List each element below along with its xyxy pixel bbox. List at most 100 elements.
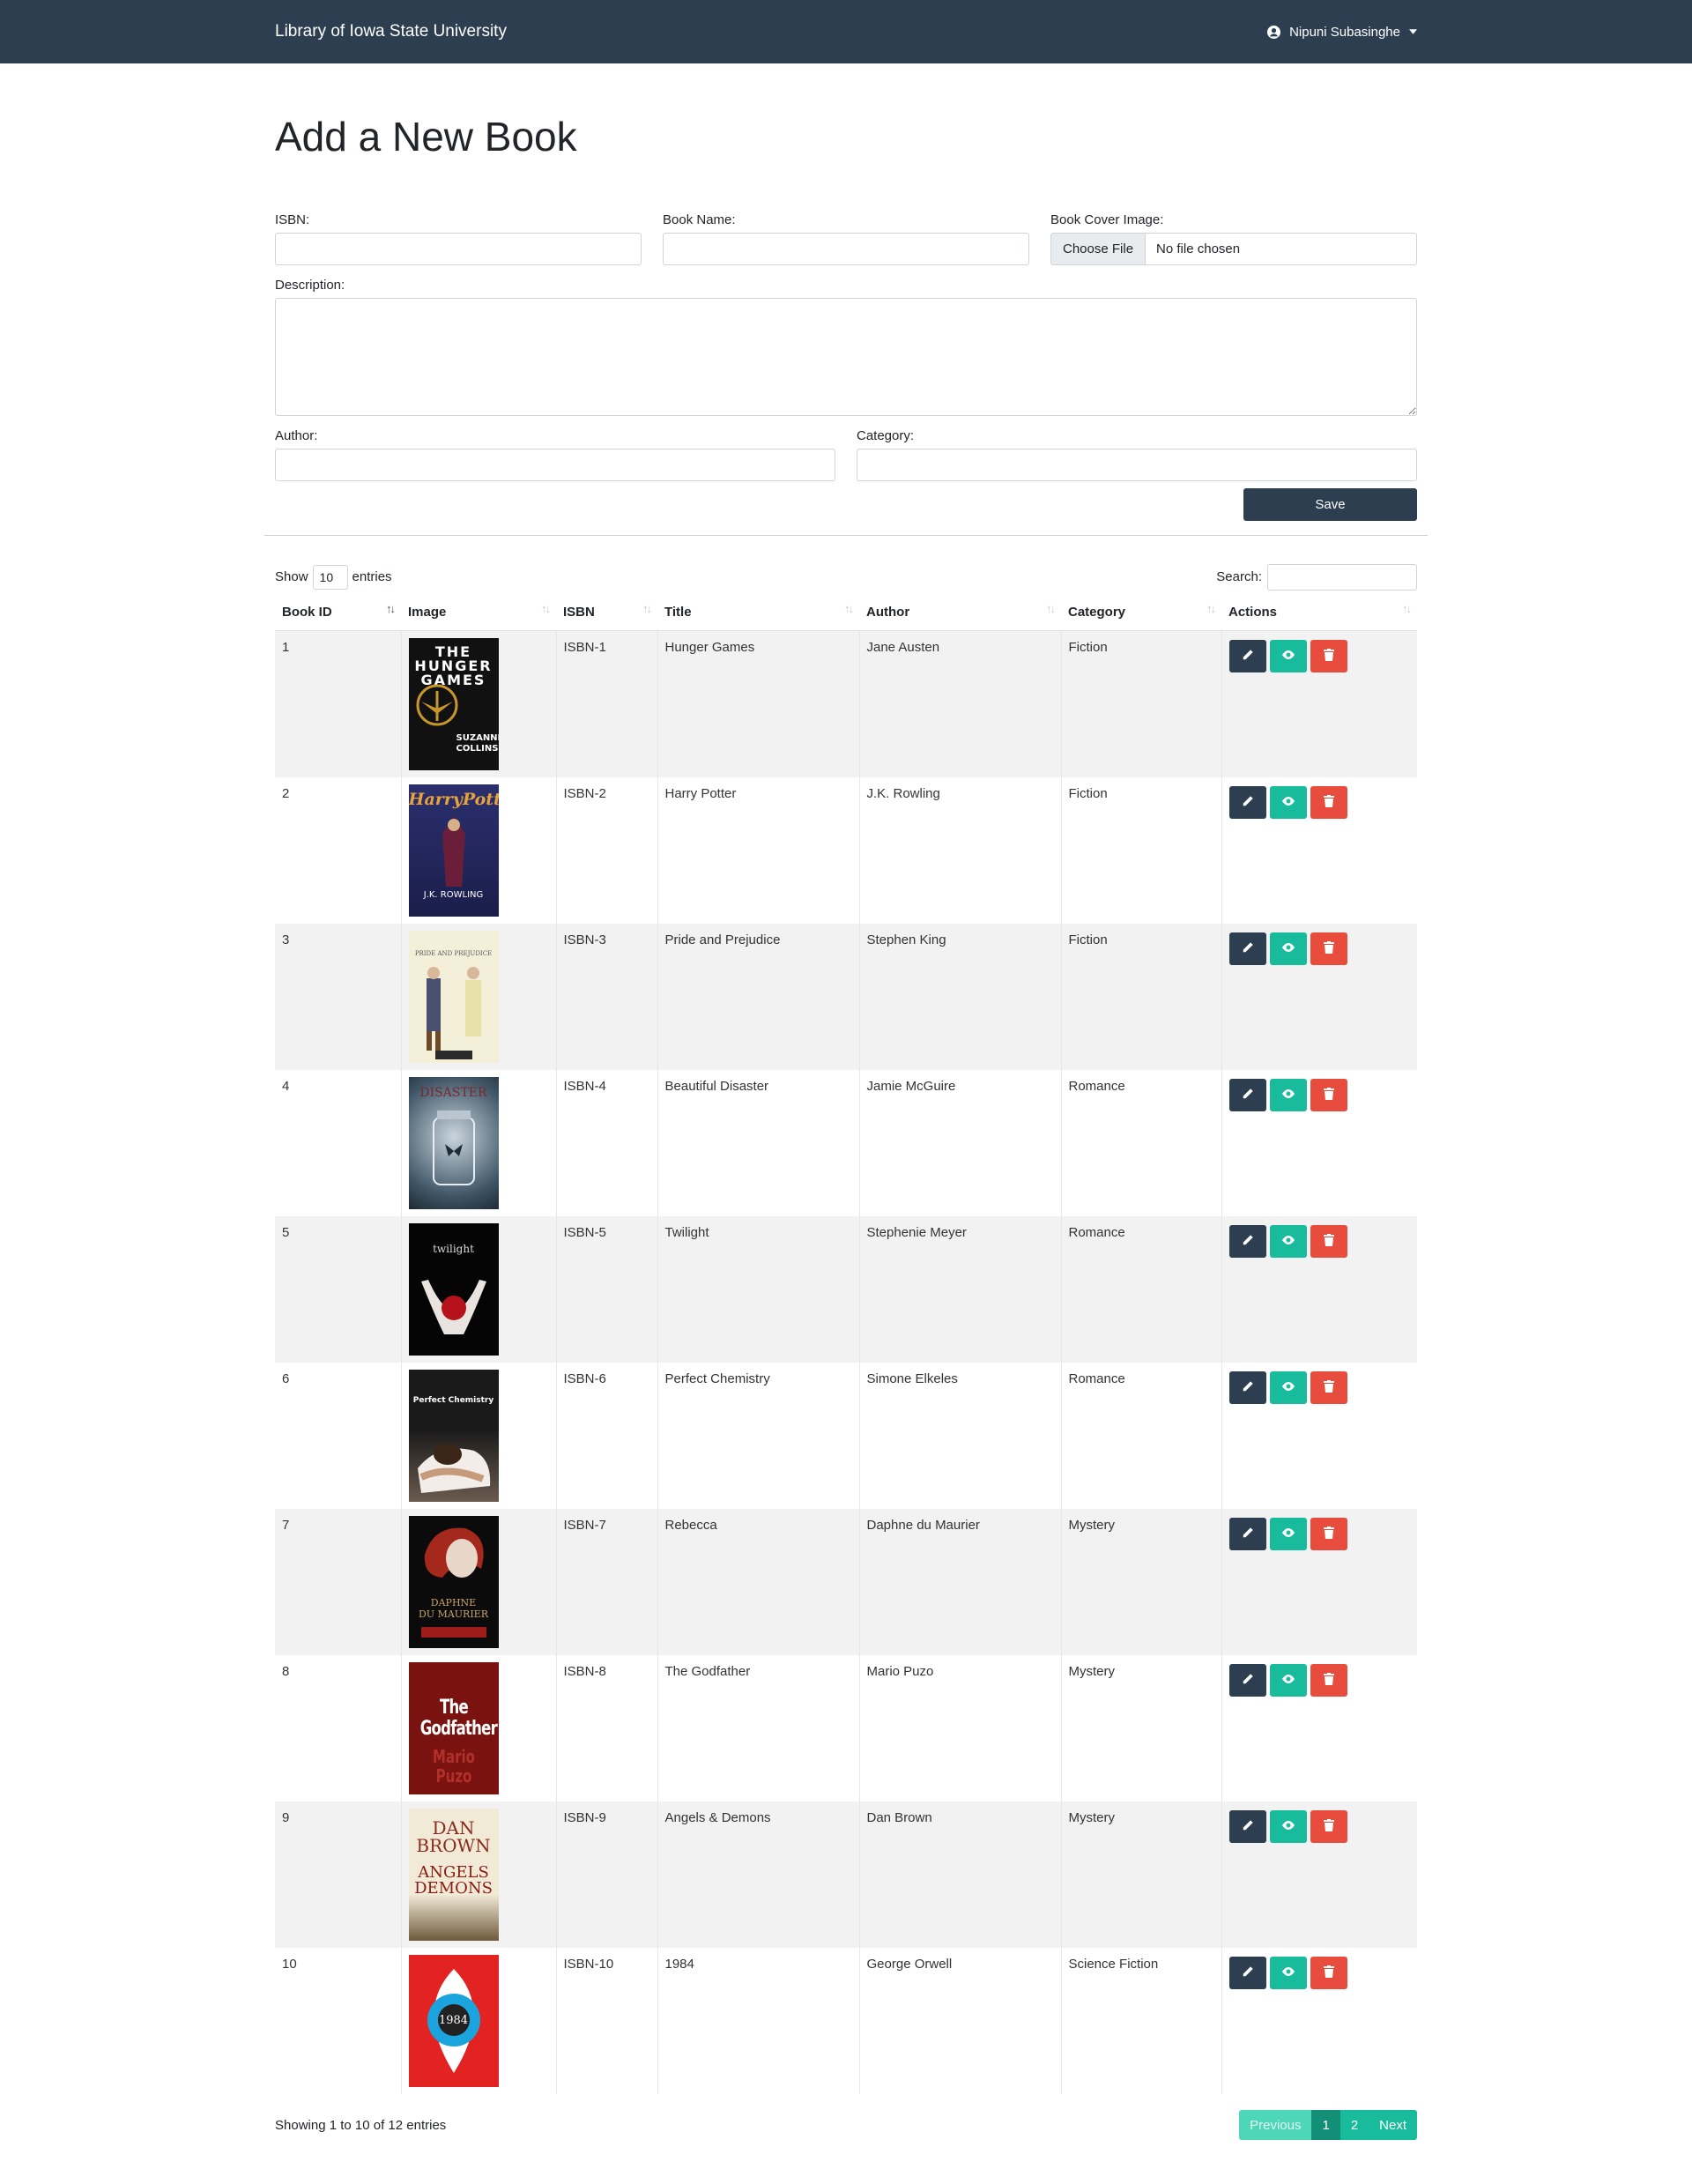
view-button[interactable] <box>1269 1664 1307 1697</box>
table-header-row: Book ID ↑↓ Image ↑↓ ISBN ↑↓ Title ↑↓ Author ↑… <box>275 593 1417 632</box>
cover-image-file-input[interactable]: Choose File No file chosen <box>1050 232 1417 265</box>
delete-button[interactable] <box>1310 1371 1347 1405</box>
sort-icon: ↑↓ <box>541 601 551 615</box>
cell-author: Jane Austen <box>859 630 1062 778</box>
view-button[interactable] <box>1269 640 1307 673</box>
table-row: 3 PRIDE AND PREJUDICE ISBN-3 Pride and P… <box>275 924 1417 1071</box>
delete-button[interactable] <box>1310 1957 1347 1990</box>
book-cover-image: PRIDE AND PREJUDICE <box>408 931 499 1064</box>
delete-button[interactable] <box>1310 1518 1347 1551</box>
edit-button[interactable] <box>1228 1079 1266 1112</box>
cell-book-id: 10 <box>275 1948 402 2095</box>
author-input[interactable] <box>275 448 835 481</box>
table-row: 1 THEHUNGERGAMES SUZANNECOLLINS ISBN-1 H… <box>275 630 1417 778</box>
navbar: Library of Iowa State University Nipuni … <box>0 0 1692 63</box>
cell-isbn: ISBN-4 <box>556 1070 658 1217</box>
save-button[interactable]: Save <box>1243 487 1417 521</box>
col-header-actions[interactable]: Actions ↑↓ <box>1221 593 1417 632</box>
cell-author: Stephen King <box>859 924 1062 1071</box>
cell-isbn: ISBN-7 <box>556 1509 658 1656</box>
delete-button[interactable] <box>1310 932 1347 966</box>
view-button[interactable] <box>1269 1371 1307 1405</box>
view-button[interactable] <box>1269 1810 1307 1844</box>
view-button[interactable] <box>1269 1957 1307 1990</box>
cell-title: Hunger Games <box>657 630 860 778</box>
edit-button[interactable] <box>1228 1225 1266 1259</box>
page-2-button[interactable]: 2 <box>1340 2110 1369 2141</box>
isbn-input[interactable] <box>275 232 642 265</box>
delete-button[interactable] <box>1310 1664 1347 1697</box>
view-button[interactable] <box>1269 1079 1307 1112</box>
view-button[interactable] <box>1269 1225 1307 1259</box>
edit-button[interactable] <box>1228 1371 1266 1405</box>
previous-page-button[interactable]: Previous <box>1239 2110 1312 2141</box>
eye-icon <box>1281 1673 1295 1688</box>
edit-button[interactable] <box>1228 640 1266 673</box>
pencil-icon <box>1242 1673 1254 1689</box>
delete-button[interactable] <box>1310 1079 1347 1112</box>
pencil-icon <box>1242 1234 1254 1250</box>
navbar-brand[interactable]: Library of Iowa State University <box>275 22 507 41</box>
user-menu[interactable]: Nipuni Subasinghe <box>1267 25 1417 40</box>
edit-button[interactable] <box>1228 1957 1266 1990</box>
choose-file-button[interactable]: Choose File <box>1051 233 1147 264</box>
trash-icon <box>1323 648 1334 665</box>
show-label: Show <box>275 569 308 585</box>
delete-button[interactable] <box>1310 1810 1347 1844</box>
col-header-isbn[interactable]: ISBN ↑↓ <box>556 593 657 632</box>
trash-icon <box>1323 1818 1334 1835</box>
cell-author: Simone Elkeles <box>859 1363 1062 1510</box>
pencil-icon <box>1242 649 1254 665</box>
description-textarea[interactable] <box>275 297 1417 416</box>
delete-button[interactable] <box>1310 1225 1347 1259</box>
col-header-book-id[interactable]: Book ID ↑↓ <box>275 593 401 632</box>
trash-icon <box>1323 940 1334 957</box>
search-input[interactable] <box>1267 563 1417 591</box>
view-button[interactable] <box>1269 786 1307 820</box>
col-header-title[interactable]: Title ↑↓ <box>657 593 859 632</box>
cell-title: Angels & Demons <box>657 1801 860 1949</box>
eye-icon <box>1281 1527 1295 1541</box>
cell-category: Romance <box>1061 1070 1222 1217</box>
table-footer: Showing 1 to 10 of 12 entries Previous 1… <box>275 2110 1417 2141</box>
col-header-image[interactable]: Image ↑↓ <box>401 593 556 632</box>
eye-icon <box>1281 795 1295 810</box>
edit-button[interactable] <box>1228 1664 1266 1697</box>
delete-button[interactable] <box>1310 640 1347 673</box>
cell-author: Daphne du Maurier <box>859 1509 1062 1656</box>
cell-isbn: ISBN-1 <box>556 630 658 778</box>
cell-isbn: ISBN-3 <box>556 924 658 1071</box>
trash-icon <box>1323 794 1334 811</box>
col-header-author[interactable]: Author ↑↓ <box>859 593 1061 632</box>
cell-isbn: ISBN-9 <box>556 1801 658 1949</box>
view-button[interactable] <box>1269 1518 1307 1551</box>
edit-button[interactable] <box>1228 1518 1266 1551</box>
cell-title: Beautiful Disaster <box>657 1070 860 1217</box>
cell-author: Mario Puzo <box>859 1655 1062 1802</box>
entries-select[interactable]: 10 <box>312 564 348 590</box>
sort-icon: ↑↓ <box>1206 601 1216 615</box>
divider <box>264 534 1428 536</box>
cell-book-id: 3 <box>275 924 402 1071</box>
book-cover-image: twilight <box>408 1223 499 1356</box>
sort-asc-icon: ↑↓ <box>386 601 396 615</box>
col-header-category[interactable]: Category ↑↓ <box>1061 593 1221 632</box>
cell-category: Mystery <box>1061 1801 1222 1949</box>
book-cover-image: DISASTER <box>408 1077 499 1210</box>
delete-button[interactable] <box>1310 786 1347 820</box>
edit-button[interactable] <box>1228 932 1266 966</box>
entries-label: entries <box>352 569 392 585</box>
category-input[interactable] <box>857 448 1417 481</box>
pencil-icon <box>1242 1527 1254 1542</box>
table-row: 2 HarryPotter J.K. ROWLING ISBN-2 Harry … <box>275 777 1417 925</box>
cell-title: Rebecca <box>657 1509 860 1656</box>
next-page-button[interactable]: Next <box>1369 2110 1417 2141</box>
no-file-chosen-text: No file chosen <box>1156 241 1241 256</box>
table-row: 9 DAN BROWN ANGELS DEMONS ISBN-9 Angels & … <box>275 1801 1417 1949</box>
edit-button[interactable] <box>1228 786 1266 820</box>
view-button[interactable] <box>1269 932 1307 966</box>
books-table: Book ID ↑↓ Image ↑↓ ISBN ↑↓ Title ↑↓ Author ↑… <box>275 593 1417 2095</box>
edit-button[interactable] <box>1228 1810 1266 1844</box>
book-name-input[interactable] <box>663 232 1029 265</box>
page-1-button[interactable]: 1 <box>1311 2110 1340 2141</box>
